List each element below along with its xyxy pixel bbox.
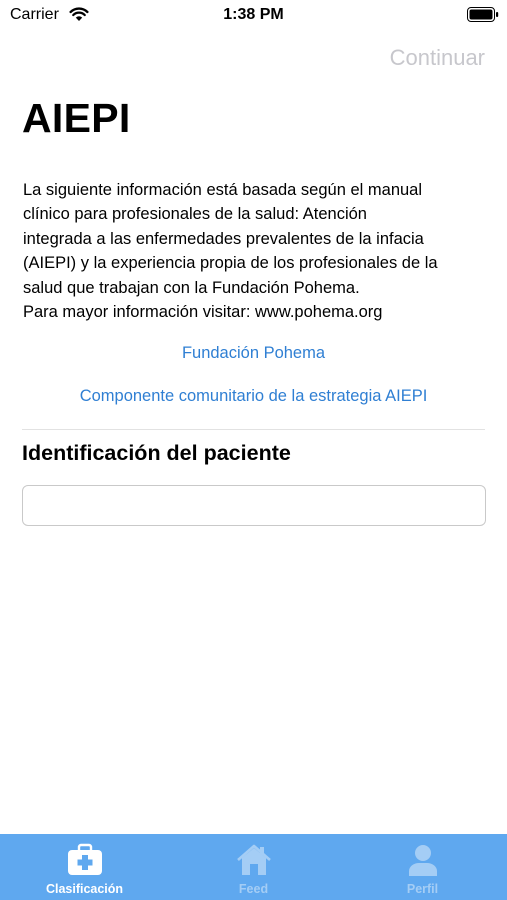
page-title: AIEPI [22, 95, 131, 141]
status-bar: Carrier 1:38 PM [0, 0, 507, 30]
battery-icon [467, 7, 499, 22]
tab-label: Perfil [406, 882, 439, 896]
tab-label: Clasificación [45, 882, 124, 896]
componente-comunitario-link[interactable]: Componente comunitario de la estrategia … [0, 387, 507, 406]
description-text: La siguiente información está basada seg… [23, 181, 438, 322]
person-icon [408, 845, 437, 876]
tab-feed[interactable]: Feed [169, 834, 338, 900]
continue-button[interactable]: Continuar [390, 45, 485, 71]
home-icon [236, 844, 271, 875]
patient-id-label: Identificación del paciente [22, 441, 291, 465]
tab-label: Feed [238, 882, 269, 896]
clock: 1:38 PM [223, 6, 284, 23]
tab-bar: Clasificación Feed Perfil [0, 834, 507, 900]
patient-id-input[interactable] [22, 485, 486, 526]
fundacion-pohema-link[interactable]: Fundación Pohema [0, 344, 507, 363]
tab-clasificacion[interactable]: Clasificación [0, 834, 169, 900]
medical-kit-icon [67, 843, 102, 875]
tab-perfil[interactable]: Perfil [338, 834, 507, 900]
divider [22, 429, 485, 430]
